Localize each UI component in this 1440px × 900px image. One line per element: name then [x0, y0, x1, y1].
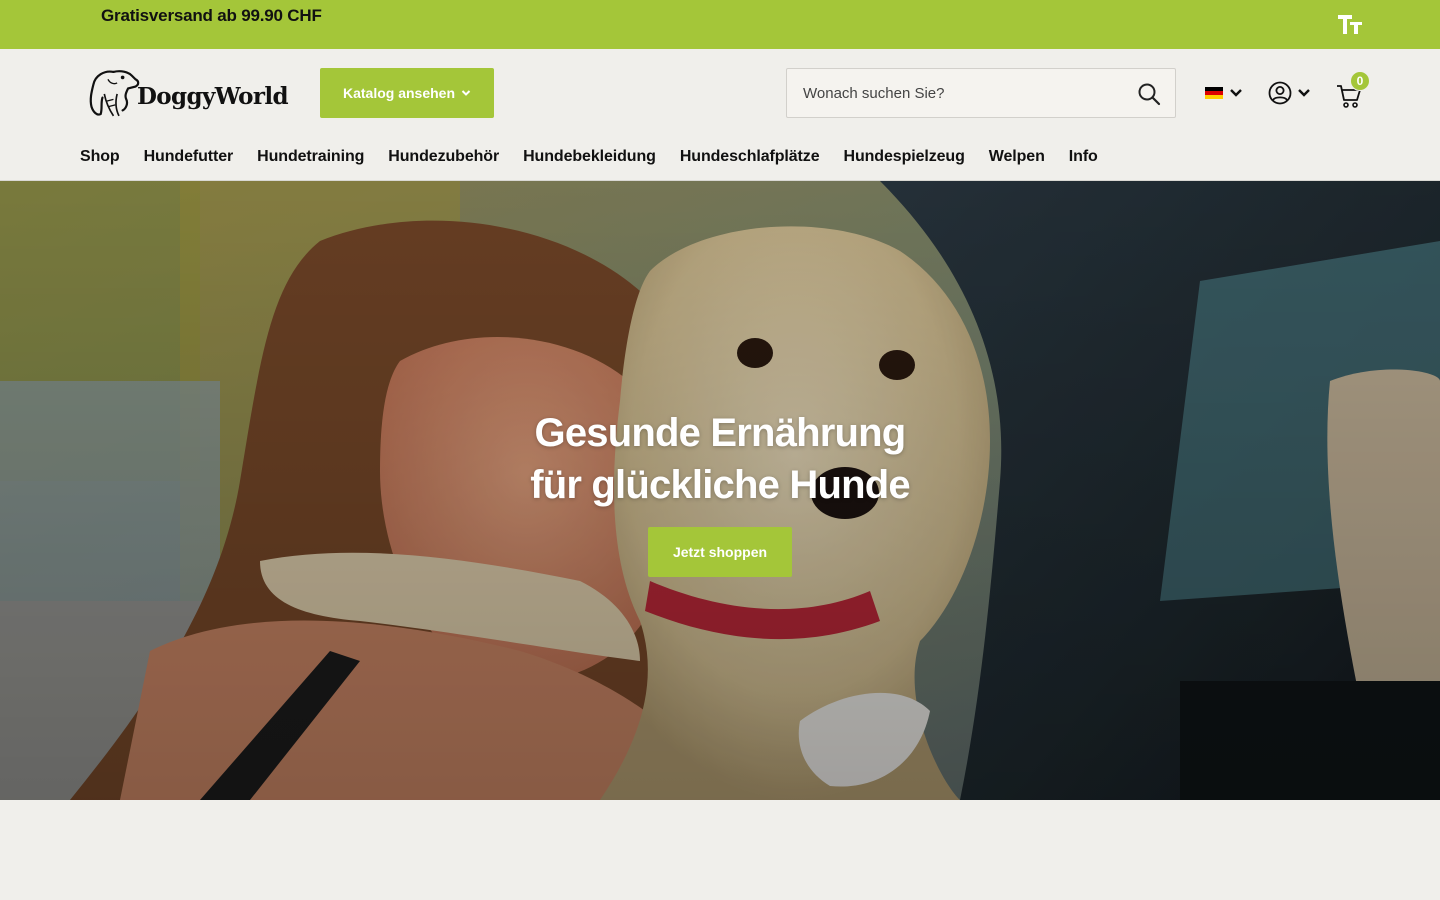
cart-count-badge: 0 — [1350, 71, 1370, 91]
user-circle-icon — [1268, 81, 1292, 105]
nav-item-welpen[interactable]: Welpen — [989, 148, 1045, 166]
catalog-button-label: Katalog ansehen — [342, 85, 456, 101]
search-box — [786, 68, 1176, 118]
dog-logo-icon — [89, 70, 140, 117]
main-navigation: Shop Hundefutter Hundetraining Hundezube… — [80, 148, 1098, 166]
nav-item-shop[interactable]: Shop — [80, 148, 120, 166]
hero-title-line1: Gesunde Ernährung — [534, 411, 907, 455]
logo[interactable]: DoggyWorld — [86, 63, 289, 123]
nav-item-hundespielzeug[interactable]: Hundespielzeug — [844, 148, 965, 166]
nav-item-hundebekleidung[interactable]: Hundebekleidung — [523, 148, 656, 166]
account-menu[interactable] — [1268, 80, 1316, 106]
chevron-down-icon — [1230, 89, 1242, 97]
search-icon[interactable] — [1137, 82, 1161, 106]
text-size-icon[interactable] — [1336, 12, 1364, 36]
site-header: DoggyWorld Katalog ansehen Wonach suchen… — [0, 49, 1440, 181]
announcement-text: Gratisversand ab 99.90 CHF — [101, 6, 322, 25]
nav-item-info[interactable]: Info — [1069, 148, 1098, 166]
nav-item-hundefutter[interactable]: Hundefutter — [144, 148, 234, 166]
hero-banner: Gesunde Ernährung für glückliche Hunde J… — [0, 181, 1440, 800]
search-input[interactable] — [787, 69, 1127, 117]
shop-now-button[interactable]: Jetzt shoppen — [648, 527, 792, 577]
page-content-area — [0, 800, 1440, 900]
chevron-down-icon — [1298, 89, 1310, 97]
nav-item-hundezubehoer[interactable]: Hundezubehör — [388, 148, 499, 166]
hero-title-line2: für glückliche Hunde — [530, 463, 910, 507]
nav-item-hundetraining[interactable]: Hundetraining — [257, 148, 364, 166]
nav-item-hundeschlafplaetze[interactable]: Hundeschlafplätze — [680, 148, 820, 166]
chevron-down-icon — [461, 90, 471, 96]
logo-text: DoggyWorld — [136, 82, 289, 110]
cart-button[interactable]: 0 — [1336, 71, 1370, 109]
germany-flag-icon — [1205, 86, 1223, 100]
catalog-button[interactable]: Katalog ansehen — [320, 68, 494, 118]
announcement-bar: Gratisversand ab 99.90 CHF — [0, 0, 1440, 49]
language-selector[interactable] — [1205, 82, 1247, 104]
hero-title: Gesunde Ernährung für glückliche Hunde — [420, 407, 1020, 511]
